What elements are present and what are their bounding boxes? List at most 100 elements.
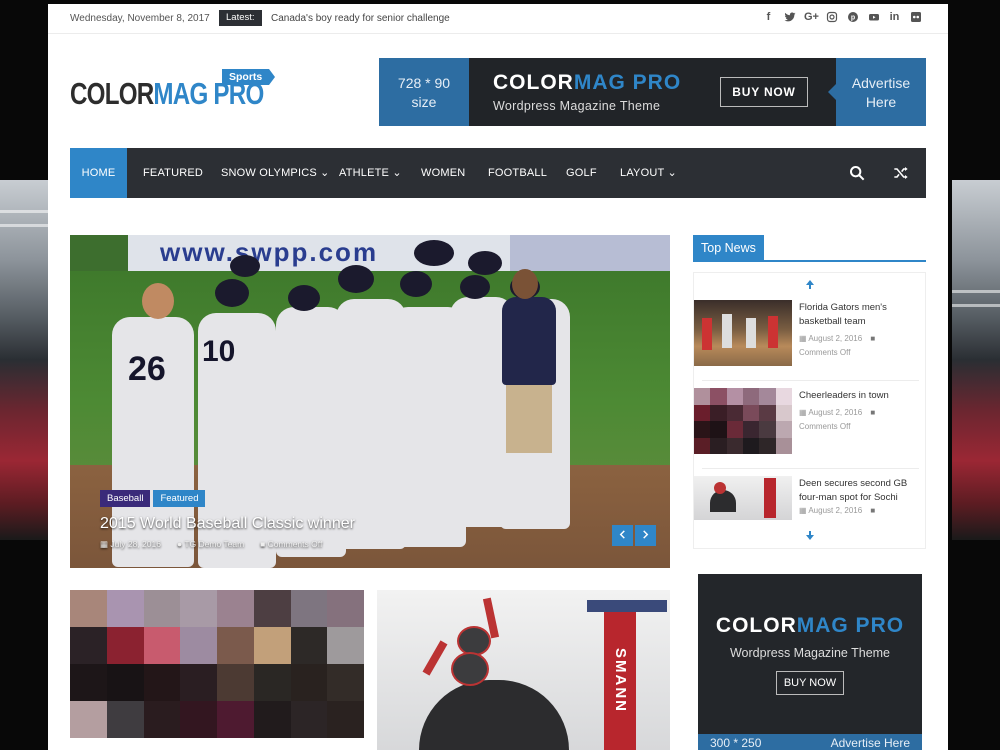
news-item[interactable]: Florida Gators men's basketball team ▦ A… (694, 300, 927, 370)
player-cap (414, 240, 454, 266)
post-comments[interactable]: ■ Comments Off (260, 539, 322, 550)
thumb-figure (746, 318, 756, 348)
latest-headline-link[interactable]: Canada's boy ready for senior challenge (271, 13, 450, 24)
header-ad-banner[interactable]: 728 * 90 size COLORMAG PRO Wordpress Mag… (379, 58, 926, 126)
instagram-icon[interactable] (825, 11, 838, 24)
news-title[interactable]: Cheerleaders in town (799, 389, 919, 403)
social-links: f G+ p in (762, 11, 922, 24)
nav-item-layout[interactable]: LAYOUT ⌄ (620, 148, 677, 198)
player-cap (460, 275, 490, 299)
google-plus-icon[interactable]: G+ (804, 11, 819, 24)
player-cap (230, 255, 260, 277)
post-date[interactable]: ▦ July 28, 2016 (100, 539, 161, 550)
main-navigation: HOME FEATURED SNOW OLYMPICS ⌄ ATHLETE ⌄ … (70, 148, 926, 198)
banner-size-line1: 728 * 90 (397, 75, 451, 91)
nav-item-snow-olympics[interactable]: SNOW OLYMPICS ⌄ (221, 148, 330, 198)
category-featured[interactable]: Featured (153, 490, 206, 507)
news-divider (702, 380, 919, 381)
search-icon[interactable] (849, 165, 865, 181)
nav-item-golf[interactable]: GOLF (566, 148, 597, 198)
youtube-icon[interactable] (867, 11, 880, 24)
logo-sports-tag: Sports (222, 69, 276, 85)
banner-buy-now-button[interactable]: BUY NOW (720, 77, 808, 107)
slider-post-meta: ▦ July 28, 2016 ● TG Demo Team ■ Comment… (100, 539, 322, 550)
comment-icon: ■ (870, 408, 876, 417)
player-cap (215, 279, 249, 307)
sidebar-ad[interactable]: COLORMAG PRO Wordpress Magazine Theme BU… (698, 574, 922, 750)
slider-next-button[interactable] (635, 525, 656, 546)
pinterest-icon[interactable]: p (846, 11, 859, 24)
post-date-text: July 28, 2016 (110, 539, 161, 549)
banner-advertise-line2: Here (865, 94, 897, 110)
slider-post-title[interactable]: 2015 World Baseball Classic winner (100, 515, 355, 533)
ad-subtitle: Wordpress Magazine Theme (729, 646, 891, 660)
coach-head (512, 269, 538, 299)
flickr-icon[interactable] (909, 11, 922, 24)
nav-item-featured[interactable]: FEATURED (143, 148, 203, 198)
page-container: Wednesday, November 8, 2017 Latest: Cana… (48, 4, 948, 750)
player-head (142, 283, 174, 319)
stadium-background-left (0, 180, 48, 540)
news-date-text: August 2, 2016 (808, 506, 863, 515)
facebook-icon[interactable]: f (762, 11, 775, 24)
stadium-background-right (952, 180, 1000, 540)
linkedin-icon[interactable]: in (888, 11, 901, 24)
ad-size-label: 300 * 250 (710, 736, 762, 750)
slider-photo-banner-text: www.swpp.com (160, 237, 379, 267)
ad-buy-now-button[interactable]: BUY NOW (776, 671, 844, 695)
news-item[interactable]: Cheerleaders in town ▦ August 2, 2016 ■ … (694, 388, 927, 458)
news-title[interactable]: Deen secures second GB four-man spot for… (799, 477, 919, 505)
ad-footer: 300 * 250 Advertise Here (698, 734, 922, 750)
banner-logo-part1: COLOR (493, 71, 574, 94)
player-cap (468, 251, 502, 275)
thumb-sign (764, 478, 776, 518)
slider-controls (612, 525, 656, 546)
twitter-icon[interactable] (783, 11, 796, 24)
news-thumbnail[interactable] (694, 476, 792, 520)
player-cap (400, 271, 432, 297)
banner-size-line2: size (411, 94, 437, 110)
thumb-helmet (714, 482, 726, 494)
news-date-text: August 2, 2016 (808, 334, 863, 343)
featured-slider[interactable]: www.swpp.com 26 10 Baseball Featured 201… (70, 235, 670, 568)
chevron-left-icon (619, 530, 625, 539)
news-date[interactable]: ▦ August 2, 2016 ■ (799, 506, 875, 515)
banner-advertise-line1: Advertise (851, 75, 911, 91)
current-date: Wednesday, November 8, 2017 (70, 13, 210, 24)
news-title[interactable]: Florida Gators men's basketball team (799, 301, 919, 329)
calendar-icon: ▦ (799, 334, 809, 343)
thumb-sled (710, 490, 736, 512)
slider-prev-button[interactable] (612, 525, 633, 546)
chevron-right-icon (643, 530, 649, 539)
news-comments[interactable]: Comments Off (799, 422, 850, 431)
post-thumbnail-bobsleigh[interactable]: SMANN (377, 590, 670, 750)
news-divider (702, 468, 919, 469)
banner-subtitle: Wordpress Magazine Theme (493, 99, 661, 113)
player-cap (338, 265, 374, 293)
news-down-arrow[interactable] (805, 530, 815, 544)
post-author[interactable]: ● TG Demo Team (177, 539, 244, 550)
news-thumbnail[interactable] (694, 300, 792, 366)
news-up-arrow[interactable] (805, 279, 815, 293)
banner-logo: COLORMAG PRO (493, 71, 681, 95)
news-thumbnail[interactable] (694, 388, 792, 454)
comment-icon: ■ (870, 334, 876, 343)
photo-flag (587, 600, 667, 612)
shuffle-icon[interactable] (893, 165, 909, 181)
nav-item-women[interactable]: WOMEN (421, 148, 465, 198)
news-date[interactable]: ▦ August 2, 2016 ■ (799, 408, 875, 417)
nav-item-home[interactable]: HOME (70, 148, 127, 198)
player-cap (288, 285, 320, 311)
category-baseball[interactable]: Baseball (100, 490, 151, 507)
post-comments-text: Comments Off (267, 539, 323, 549)
nav-item-athlete[interactable]: ATHLETE ⌄ (339, 148, 402, 198)
ad-advertise-label: Advertise Here (830, 736, 910, 750)
site-logo[interactable]: COLORMAG PRO Sports (70, 69, 318, 112)
news-comments[interactable]: Comments Off (799, 348, 850, 357)
nav-item-football[interactable]: FOOTBALL (488, 148, 547, 198)
news-date[interactable]: ▦ August 2, 2016 ■ (799, 334, 875, 343)
slider-categories: Baseball Featured (100, 490, 206, 507)
photo-arm (422, 640, 448, 676)
post-thumbnail-pixelated[interactable] (70, 590, 364, 750)
banner-advertise-label: Advertise Here (828, 58, 926, 126)
